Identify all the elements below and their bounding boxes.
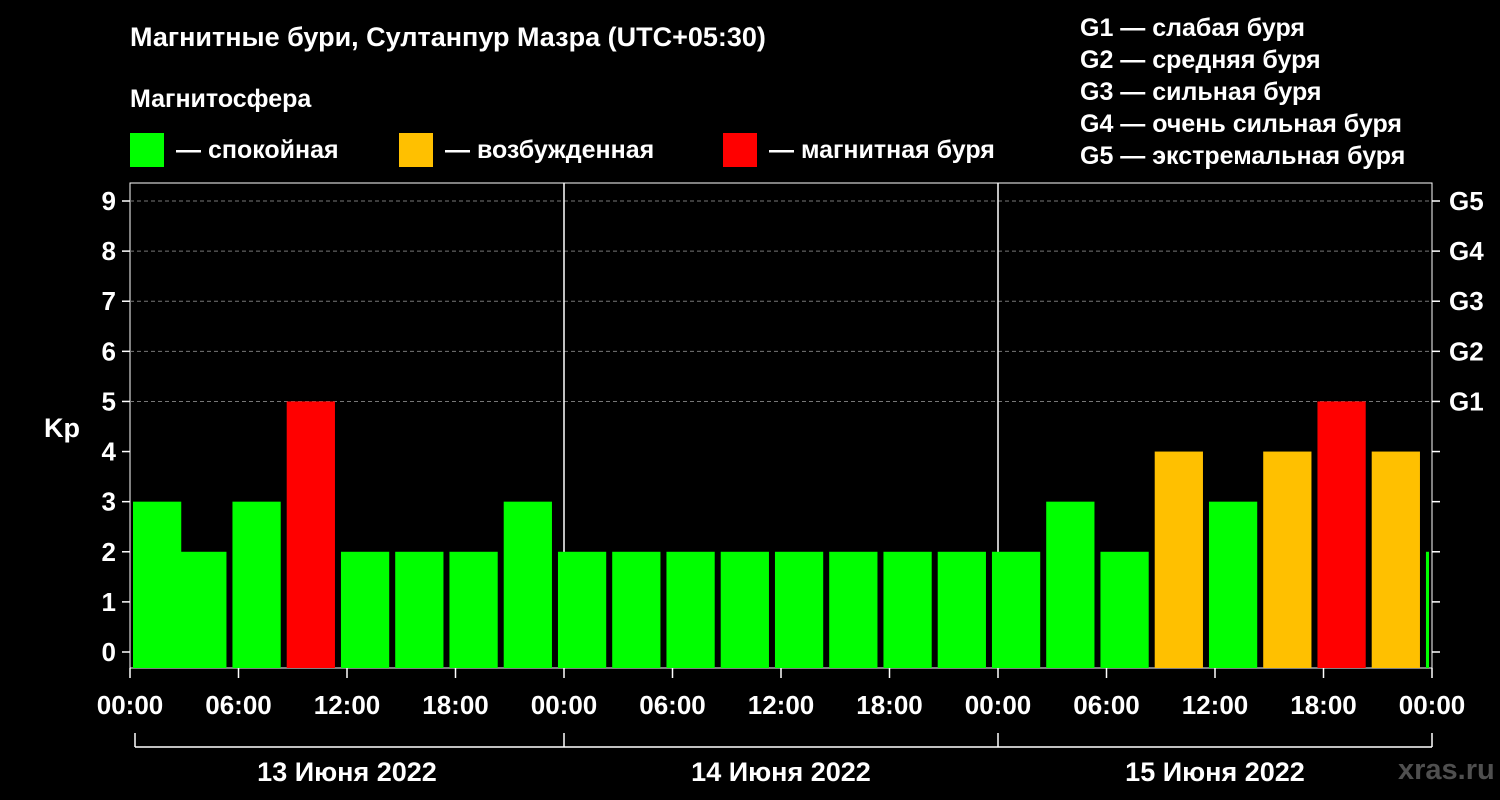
kp-bar xyxy=(883,551,932,668)
kp-bar xyxy=(829,551,878,668)
y-tick-label: 4 xyxy=(102,437,117,467)
x-tick-label: 18:00 xyxy=(1290,690,1357,720)
kp-bar xyxy=(1154,451,1203,668)
x-tick-label: 00:00 xyxy=(1399,690,1466,720)
y-tick-label: 6 xyxy=(102,336,116,366)
y-tick-label: 3 xyxy=(102,487,116,517)
g-tick-label: G2 xyxy=(1449,336,1484,366)
kp-bar xyxy=(991,551,1041,668)
kp-bar xyxy=(720,551,769,668)
day-label: 13 Июня 2022 xyxy=(257,757,437,787)
kp-bar xyxy=(666,551,715,668)
kp-bar xyxy=(178,551,227,668)
kp-bar xyxy=(340,551,390,668)
y-axis-label: Kp xyxy=(44,413,80,443)
kp-bar xyxy=(1317,401,1366,668)
day-label: 15 Июня 2022 xyxy=(1125,757,1305,787)
day-label: 14 Июня 2022 xyxy=(691,757,871,787)
y-tick-label: 1 xyxy=(102,587,116,617)
kp-bar xyxy=(449,551,498,668)
g-tick-label: G3 xyxy=(1449,286,1484,316)
x-tick-label: 00:00 xyxy=(965,690,1032,720)
x-tick-label: 12:00 xyxy=(1182,690,1249,720)
kp-bar xyxy=(1371,451,1420,668)
kp-bar xyxy=(1046,501,1095,668)
kp-bar xyxy=(557,551,607,668)
y-tick-label: 2 xyxy=(102,537,116,567)
kp-bar xyxy=(937,551,986,668)
g-tick-label: G1 xyxy=(1449,386,1484,416)
x-tick-label: 12:00 xyxy=(314,690,381,720)
kp-bar xyxy=(1100,551,1149,668)
y-tick-label: 7 xyxy=(102,286,116,316)
x-tick-label: 18:00 xyxy=(856,690,923,720)
y-tick-label: 9 xyxy=(102,186,116,216)
x-tick-label: 06:00 xyxy=(1073,690,1140,720)
kp-bar xyxy=(612,551,661,668)
y-tick-label: 8 xyxy=(102,236,116,266)
watermark: xras.ru xyxy=(1398,754,1495,786)
y-tick-label: 5 xyxy=(102,386,116,416)
kp-bar xyxy=(1208,501,1258,668)
kp-bar xyxy=(503,501,552,668)
x-tick-label: 00:00 xyxy=(531,690,598,720)
kp-bar xyxy=(395,551,444,668)
kp-bar xyxy=(774,551,824,668)
kp-bar xyxy=(286,401,335,668)
x-tick-label: 00:00 xyxy=(97,690,164,720)
x-tick-label: 18:00 xyxy=(422,690,489,720)
x-tick-label: 06:00 xyxy=(639,690,706,720)
kp-bar xyxy=(232,501,281,668)
y-tick-label: 0 xyxy=(102,637,116,667)
kp-bar xyxy=(133,501,182,668)
kp-bar xyxy=(1263,451,1312,668)
kp-bar-chart: 0 1 2 3 4 5 6 7 8 9 G1 G2 G3 G4 G5 Kp 00:00 06:00 12:00 18:… xyxy=(44,182,1484,787)
g-tick-label: G4 xyxy=(1449,236,1484,266)
g-tick-label: G5 xyxy=(1449,186,1484,216)
x-tick-label: 12:00 xyxy=(748,690,815,720)
x-tick-label: 06:00 xyxy=(205,690,272,720)
kp-bar xyxy=(1425,551,1429,668)
